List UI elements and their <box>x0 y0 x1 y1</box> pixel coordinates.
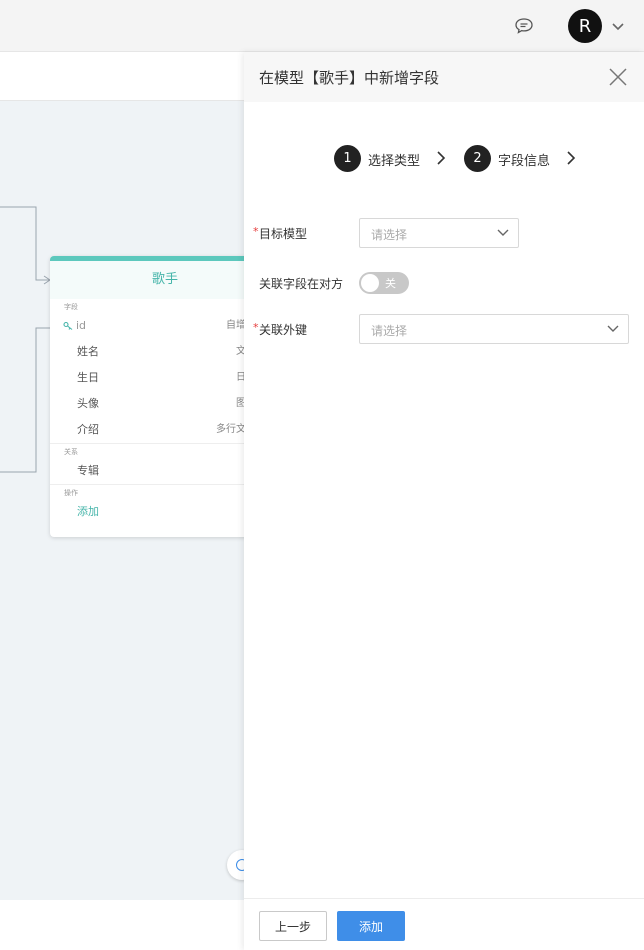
chat-bubble-icon[interactable] <box>514 16 534 36</box>
relation-side-toggle[interactable]: 关 <box>359 272 409 294</box>
add-button[interactable]: 添加 <box>337 911 405 941</box>
field-name: 姓名 <box>77 345 99 358</box>
foreign-key-select[interactable]: 请选择 <box>359 314 629 344</box>
select-placeholder: 请选择 <box>371 324 408 338</box>
target-model-select[interactable]: 请选择 <box>359 218 519 248</box>
drawer-header: 在模型【歌手】中新增字段 <box>244 52 644 102</box>
chevron-down-icon <box>497 229 509 236</box>
chevron-down-icon[interactable] <box>610 20 626 32</box>
target-model-label: * 目标模型 <box>253 225 308 241</box>
required-mark: * <box>253 225 259 238</box>
step-1-number: 1 <box>334 145 361 172</box>
toggle-knob <box>361 274 379 292</box>
drawer-title: 在模型【歌手】中新增字段 <box>259 69 440 87</box>
field-type: 多行文 <box>216 424 246 435</box>
field-name: 介绍 <box>77 423 99 436</box>
field-type: 自增 <box>226 320 246 331</box>
select-placeholder: 请选择 <box>371 228 408 242</box>
relation-name: 专辑 <box>77 464 99 477</box>
field-name: 头像 <box>77 397 99 410</box>
relation-side-label: 关联字段在对方 <box>259 277 344 291</box>
field-name: 生日 <box>77 371 99 384</box>
foreign-key-label: * 关联外键 <box>253 321 308 337</box>
chevron-right-icon <box>437 151 446 165</box>
top-bar: R <box>0 0 644 52</box>
required-mark: * <box>253 321 259 334</box>
step-2-label: 字段信息 <box>498 154 551 169</box>
avatar[interactable]: R <box>568 9 602 43</box>
field-name: id <box>76 319 87 332</box>
chevron-right-icon <box>567 151 576 165</box>
key-icon <box>63 321 73 330</box>
chevron-down-icon <box>607 325 619 332</box>
step-2-number: 2 <box>464 145 491 172</box>
step-1-label: 选择类型 <box>368 154 421 169</box>
toggle-text: 关 <box>385 277 396 290</box>
add-field-drawer: 在模型【歌手】中新增字段 1 选择类型 2 字段信息 * 目标模型 请选择 关联… <box>244 52 644 950</box>
close-icon[interactable] <box>608 67 628 87</box>
previous-step-button[interactable]: 上一步 <box>259 911 327 941</box>
drawer-footer: 上一步 添加 <box>244 898 644 950</box>
add-field-label: 添加 <box>77 505 99 518</box>
